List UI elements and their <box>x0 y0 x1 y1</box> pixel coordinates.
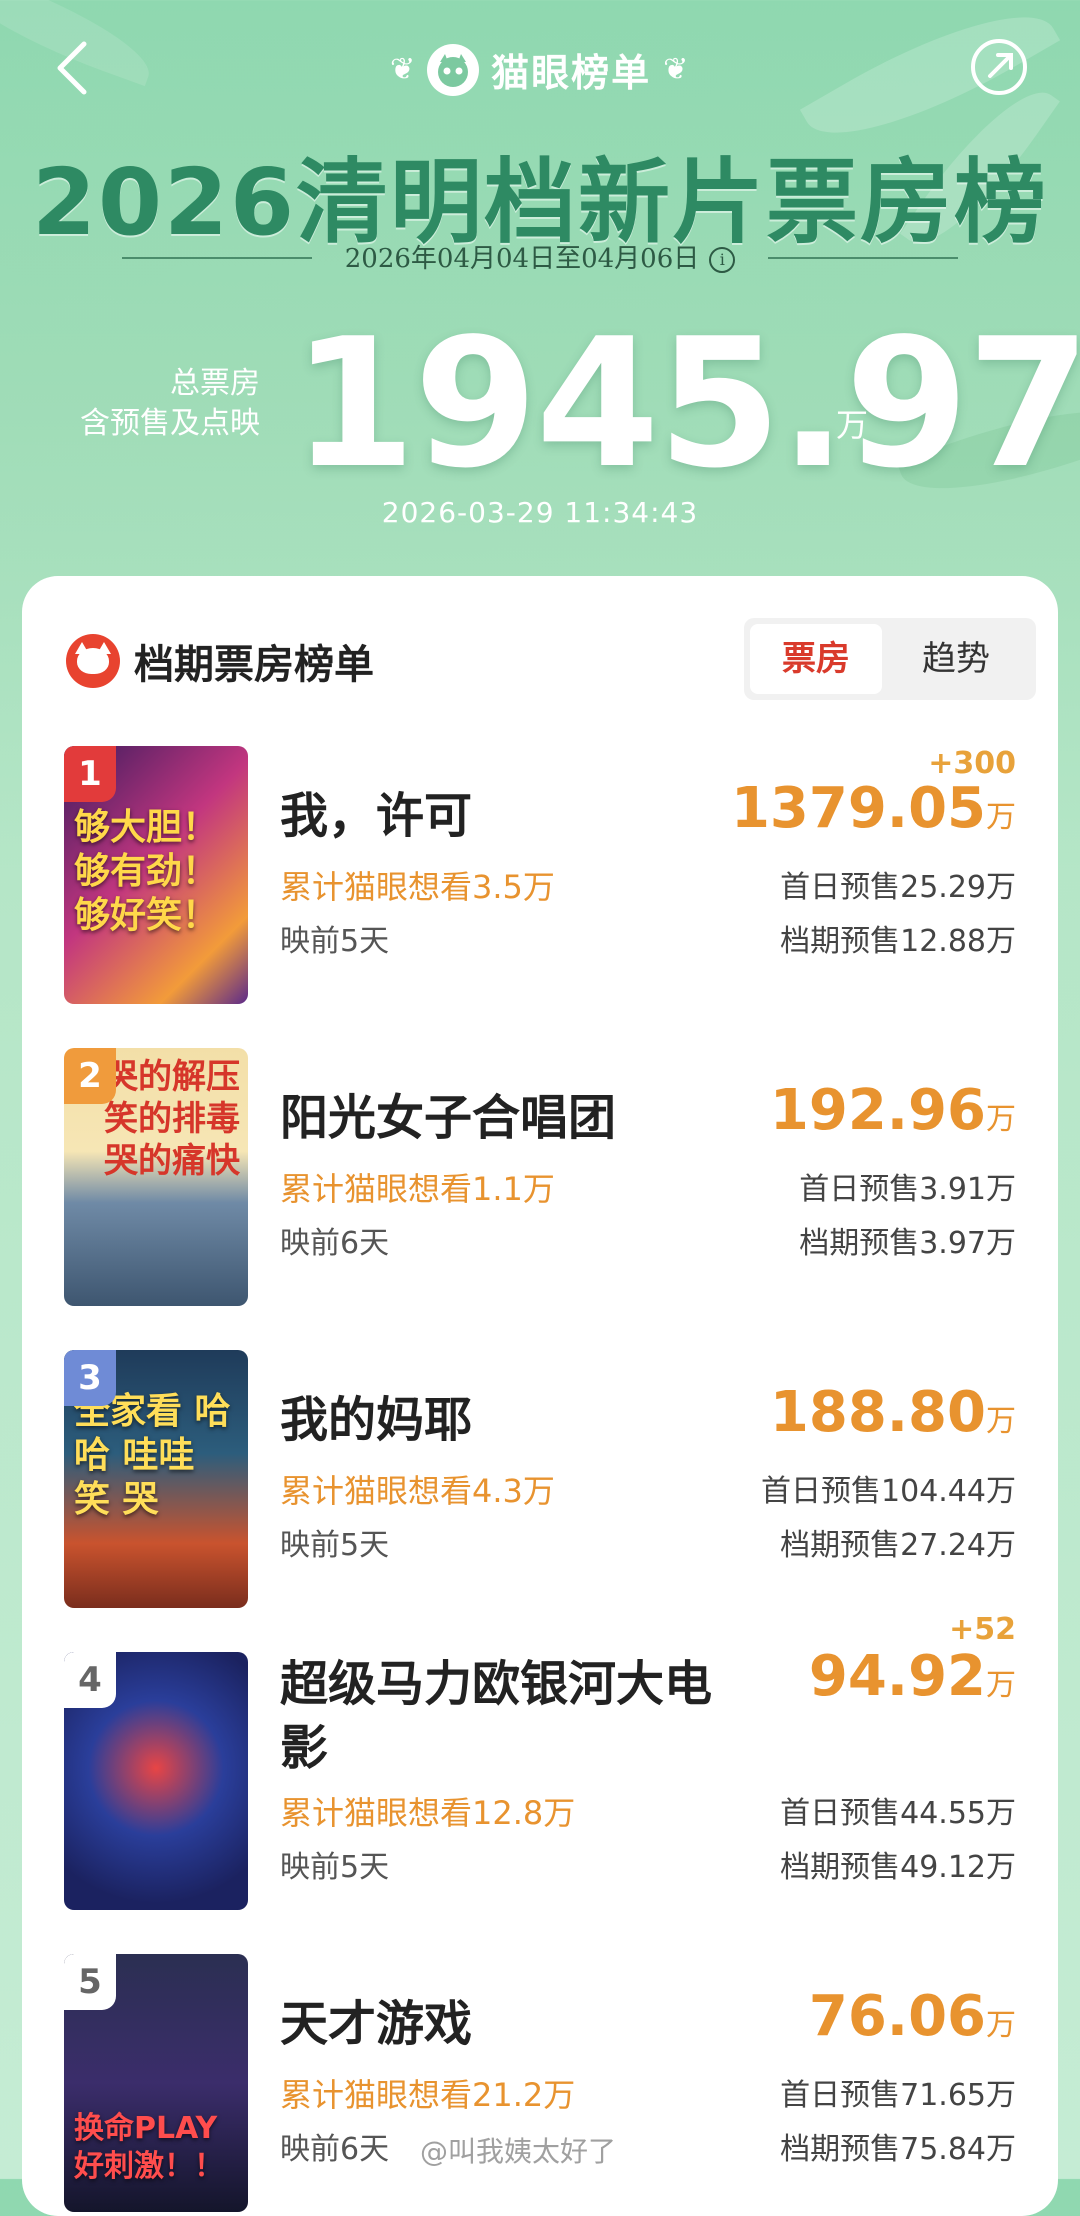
update-timestamp: 2026-03-29 11:34:43 <box>381 496 699 529</box>
box-office: 188.80万 <box>770 1380 1016 1445</box>
poster-text: 全家看 哈哈 哇哇 笑 哭 <box>74 1391 231 1520</box>
movie-title[interactable]: 超级马力欧银河大电影 <box>280 1652 740 1780</box>
first-day-presale: 首日预售71.65万 <box>780 2078 1016 2113</box>
period-presale: 档期预售27.24万 <box>780 1528 1016 1563</box>
poster-text: 够大胆！够有劲！够好笑！ <box>74 807 219 936</box>
rank-badge: 4 <box>64 1652 116 1708</box>
info-icon[interactable]: i <box>709 247 736 273</box>
view-switch: 票房 趋势 <box>744 618 1036 700</box>
movie-poster[interactable]: 全家看 哈哈 哇哇 笑 哭 3 <box>64 1350 248 1608</box>
movie-title[interactable]: 天才游戏 <box>280 1992 760 2056</box>
first-day-presale: 首日预售25.29万 <box>780 870 1016 905</box>
movie-row[interactable]: 换命PLAY 好刺激！！ 5 天才游戏 累计猫眼想看21.2万 映前6天 76.… <box>22 1954 1058 2214</box>
days-before-release: 映前5天 <box>280 924 390 959</box>
movie-poster[interactable]: 哭的解压 笑的排毒 哭的痛快 2 <box>64 1048 248 1306</box>
box-office: 1379.05万 <box>731 776 1016 841</box>
box-office-value: 188.80 <box>769 1380 986 1445</box>
want-to-watch: 累计猫眼想看12.8万 <box>280 1794 576 1832</box>
back-button[interactable] <box>50 38 100 98</box>
movie-row[interactable]: 够大胆！够有劲！够好笑！ 1 我，许可 累计猫眼想看3.5万 映前5天 +300… <box>22 746 1058 1006</box>
rank-badge: 3 <box>64 1350 116 1406</box>
card-header: 档期票房榜单 <box>66 632 374 690</box>
movie-title[interactable]: 我的妈耶 <box>280 1388 760 1452</box>
top-bar: ❦ 猫眼榜单 ❦ <box>0 30 1080 110</box>
maoyan-logo-icon <box>427 43 480 96</box>
laurel-icon: ❦ <box>663 52 689 87</box>
first-day-presale: 首日预售44.55万 <box>780 1796 1016 1831</box>
rank-badge: 1 <box>64 746 116 802</box>
poster-text: 换命PLAY 好刺激！！ <box>74 2111 224 2184</box>
rank-badge: 2 <box>64 1048 116 1104</box>
rank-badge: 5 <box>64 1954 116 2010</box>
brand: ❦ 猫眼榜单 ❦ <box>390 42 688 97</box>
share-icon <box>971 39 1027 95</box>
days-before-release: 映前6天 <box>280 2132 390 2167</box>
total-label-line1: 总票房 <box>170 366 260 401</box>
movie-row[interactable]: 4 超级马力欧银河大电影 累计猫眼想看12.8万 映前5天 +52 94.92万… <box>22 1612 1058 1912</box>
box-office-value: 94.92 <box>808 1644 986 1709</box>
total-unit: 万 <box>836 406 869 444</box>
tab-trend[interactable]: 趋势 <box>890 624 1022 694</box>
want-to-watch: 累计猫眼想看3.5万 <box>280 868 555 906</box>
ranking-card: 档期票房榜单 票房 趋势 够大胆！够有劲！够好笑！ 1 我，许可 累计猫眼想看3… <box>22 576 1058 2216</box>
card-title: 档期票房榜单 <box>134 642 374 688</box>
movie-title[interactable]: 阳光女子合唱团 <box>280 1086 760 1150</box>
box-office-unit: 万 <box>986 800 1016 835</box>
period-presale: 档期预售49.12万 <box>780 1850 1016 1885</box>
box-office-value: 76.06 <box>808 1984 986 2049</box>
first-day-presale: 首日预售3.91万 <box>799 1172 1016 1207</box>
movie-row[interactable]: 哭的解压 笑的排毒 哭的痛快 2 阳光女子合唱团 累计猫眼想看1.1万 映前6天… <box>22 1048 1058 1308</box>
box-office: 76.06万 <box>809 1984 1016 2049</box>
chevron-left-icon <box>57 41 87 95</box>
box-office-value: 192.96 <box>769 1078 986 1143</box>
movie-poster[interactable]: 换命PLAY 好刺激！！ 5 <box>64 1954 248 2212</box>
movie-title[interactable]: 我，许可 <box>280 784 760 848</box>
movie-row[interactable]: 全家看 哈哈 哇哇 笑 哭 3 我的妈耶 累计猫眼想看4.3万 映前5天 188… <box>22 1350 1058 1610</box>
box-office-unit: 万 <box>986 2008 1016 2043</box>
box-office-unit: 万 <box>986 1668 1016 1703</box>
box-office: 192.96万 <box>770 1078 1016 1143</box>
poster-text: 哭的解压 笑的排毒 哭的痛快 <box>104 1057 240 1181</box>
want-to-watch: 累计猫眼想看4.3万 <box>280 1472 555 1510</box>
first-day-presale: 首日预售104.44万 <box>761 1474 1016 1509</box>
box-office-unit: 万 <box>986 1404 1016 1439</box>
box-office-value: 1379.05 <box>730 776 986 841</box>
brand-label: 猫眼榜单 <box>491 51 652 95</box>
watermark: @叫我姨太好了 <box>420 2135 617 2168</box>
date-range-text: 2026年04月04日至04月06日 <box>344 244 700 274</box>
share-button[interactable] <box>968 36 1030 98</box>
maoyan-cat-icon <box>66 634 120 688</box>
date-range: 2026年04月04日至04月06日 i <box>0 238 1080 275</box>
period-presale: 档期预售12.88万 <box>780 924 1016 959</box>
movie-poster[interactable]: 4 <box>64 1652 248 1910</box>
movie-poster[interactable]: 够大胆！够有劲！够好笑！ 1 <box>64 746 248 1004</box>
box-office: 94.92万 <box>809 1644 1016 1709</box>
laurel-icon: ❦ <box>390 52 416 87</box>
period-presale: 档期预售3.97万 <box>799 1226 1016 1261</box>
period-presale: 档期预售75.84万 <box>780 2132 1016 2167</box>
tab-box-office[interactable]: 票房 <box>750 624 882 694</box>
want-to-watch: 累计猫眼想看1.1万 <box>280 1170 555 1208</box>
days-before-release: 映前5天 <box>280 1850 390 1885</box>
total-box-office-value: 1945.97 <box>292 300 1080 507</box>
days-before-release: 映前5天 <box>280 1528 390 1563</box>
want-to-watch: 累计猫眼想看21.2万 <box>280 2076 576 2114</box>
box-office-delta: +52 <box>949 1612 1016 1647</box>
days-before-release: 映前6天 <box>280 1226 390 1261</box>
total-label-line2: 含预售及点映 <box>80 406 260 441</box>
total-label: 总票房 含预售及点映 <box>40 364 260 444</box>
box-office-unit: 万 <box>986 1102 1016 1137</box>
